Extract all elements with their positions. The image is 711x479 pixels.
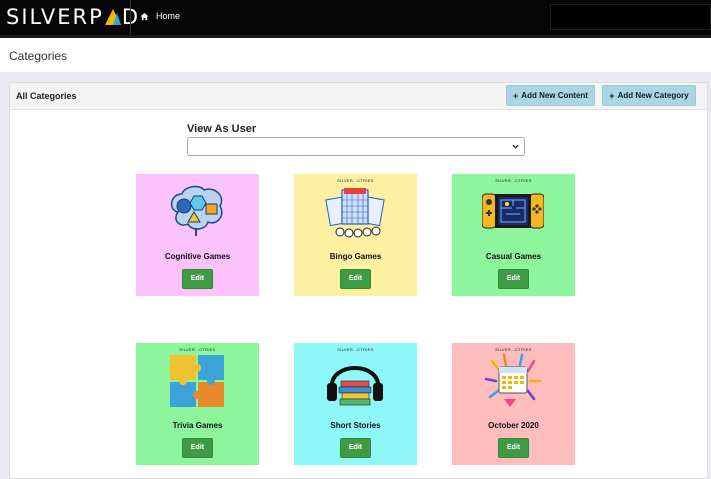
- category-card-casual-games[interactable]: SILVER...CTRIES Casual Games Edit: [452, 174, 575, 296]
- plus-icon: +: [513, 90, 519, 101]
- edit-button[interactable]: Edit: [182, 269, 213, 289]
- nav-divider: [130, 0, 131, 35]
- home-label: Home: [156, 11, 181, 21]
- card-title: Cognitive Games: [164, 252, 231, 261]
- plus-icon: +: [609, 90, 615, 101]
- edit-button[interactable]: Edit: [498, 438, 529, 458]
- category-card-cognitive-games[interactable]: Cognitive Games Edit: [136, 174, 259, 296]
- home-icon: [140, 12, 149, 20]
- card-title: Casual Games: [485, 252, 542, 261]
- silverpad-logo[interactable]: SILVERPD: [6, 5, 140, 29]
- category-card-short-stories[interactable]: SILVER...CTRIES Short Stories Edit: [294, 343, 417, 465]
- panel-title: All Categories: [16, 91, 77, 101]
- card-title: October 2020: [488, 421, 539, 430]
- brain-shapes-icon: [170, 185, 223, 236]
- logo-triangle-icon: [104, 9, 121, 25]
- panel-header: All Categories + Add New Content + Add N…: [10, 83, 707, 110]
- edit-button[interactable]: Edit: [340, 269, 371, 289]
- add-new-category-button[interactable]: + Add New Category: [602, 85, 696, 106]
- edit-button[interactable]: Edit: [498, 269, 529, 289]
- calendar-burst-icon: [484, 353, 542, 407]
- card-title: Bingo Games: [329, 252, 382, 261]
- card-title: Short Stories: [330, 421, 381, 430]
- card-title: Trivia Games: [172, 421, 223, 430]
- category-card-october-2020[interactable]: SILVER...CTRIES October 2020 Edit: [452, 343, 575, 465]
- add-new-content-button[interactable]: + Add New Content: [506, 85, 595, 106]
- home-link[interactable]: Home: [140, 11, 180, 21]
- add-new-content-label: Add New Content: [521, 91, 588, 100]
- add-new-category-label: Add New Category: [617, 91, 689, 100]
- top-navbar: SILVERPD Home: [0, 0, 711, 35]
- edit-button[interactable]: Edit: [340, 438, 371, 458]
- headphones-books-icon: [327, 366, 383, 406]
- category-card-trivia-games[interactable]: SILVER...CTRIES Trivia Games Edit: [136, 343, 259, 465]
- chevron-down-icon: [512, 144, 519, 149]
- view-as-user-label: View As User: [187, 123, 257, 135]
- edit-button[interactable]: Edit: [182, 438, 213, 458]
- user-menu[interactable]: [550, 4, 711, 30]
- puzzle-pieces-icon: [170, 355, 224, 407]
- logo-text-left: SILVERP: [6, 5, 104, 29]
- category-card-bingo-games[interactable]: SILVER...CTRIES Bingo Games Edit: [294, 174, 417, 296]
- bingo-card-icon: [325, 188, 385, 238]
- page-header: Categories: [0, 35, 711, 72]
- categories-panel: All Categories + Add New Content + Add N…: [9, 82, 708, 479]
- view-as-user-select[interactable]: [187, 137, 525, 156]
- handheld-console-icon: [482, 193, 544, 229]
- page-title: Categories: [9, 49, 68, 63]
